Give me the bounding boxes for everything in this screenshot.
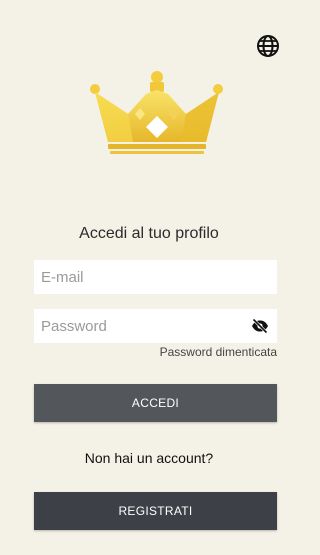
globe-icon — [257, 35, 279, 57]
no-account-text: Non hai un account? — [84, 450, 214, 466]
login-button[interactable]: ACCEDI — [34, 384, 277, 422]
email-input[interactable] — [34, 260, 277, 294]
forgot-password-link[interactable]: Password dimenticata — [160, 345, 277, 359]
password-input[interactable] — [34, 309, 277, 343]
language-button[interactable] — [255, 33, 281, 59]
password-visibility-toggle[interactable] — [251, 318, 269, 334]
crown-icon — [90, 71, 223, 154]
email-field[interactable] — [34, 260, 277, 294]
login-screen: Accedi al tuo profilo Password dimentica… — [0, 0, 298, 555]
login-title: Accedi al tuo profilo — [79, 225, 219, 242]
app-logo — [88, 70, 226, 156]
eye-off-icon — [252, 318, 268, 334]
password-field[interactable] — [34, 309, 277, 343]
register-button[interactable]: REGISTRATI — [34, 492, 277, 530]
